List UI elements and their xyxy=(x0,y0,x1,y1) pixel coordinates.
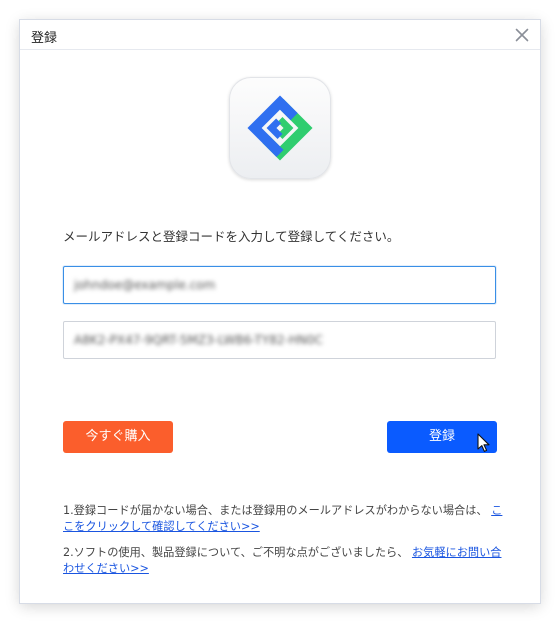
help-note-2-text: 2.ソフトの使用、製品登録について、ご不明な点がございましたら、 xyxy=(63,546,409,559)
help-note-2: 2.ソフトの使用、製品登録について、ご不明な点がございましたら、 お気軽にお問い… xyxy=(63,545,503,577)
titlebar: 登録 xyxy=(20,20,540,50)
close-icon[interactable] xyxy=(512,25,532,45)
registration-code-field[interactable] xyxy=(63,321,496,359)
email-field[interactable] xyxy=(63,266,496,304)
instruction-text: メールアドレスと登録コードを入力して登録してください。 xyxy=(63,229,400,244)
app-logo-icon xyxy=(229,77,331,179)
mouse-pointer-icon xyxy=(477,433,491,457)
help-note-1: 1.登録コードが届かない場合、または登録用のメールアドレスがわからない場合は、 … xyxy=(63,503,503,535)
registration-code-input[interactable] xyxy=(64,322,495,358)
window-title: 登録 xyxy=(31,31,58,46)
buy-now-button[interactable]: 今すぐ購入 xyxy=(63,421,173,453)
help-note-1-text: 1.登録コードが届かない場合、または登録用のメールアドレスがわからない場合は、 xyxy=(63,504,488,517)
email-input[interactable] xyxy=(64,267,495,303)
register-dialog: 登録 メールアドレスと登録コードを入力して登録してください。 今すぐ購入 登録 xyxy=(20,20,540,603)
